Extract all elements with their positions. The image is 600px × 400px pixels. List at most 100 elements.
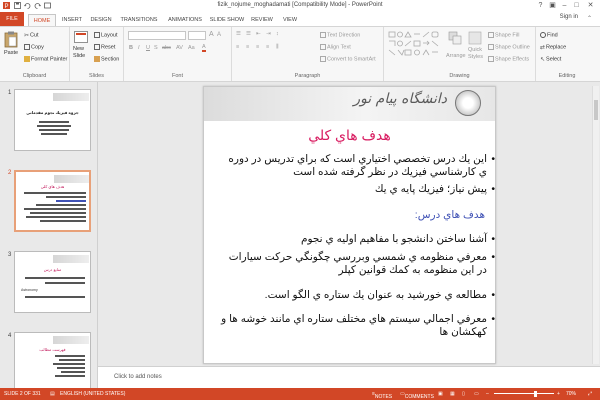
replace-button[interactable]: ⇄Replace: [540, 44, 566, 51]
reset-button[interactable]: Reset: [94, 44, 115, 50]
tab-slide-show[interactable]: SLIDE SHOW: [208, 14, 246, 26]
thumbnail-title: فهرست مطالب: [39, 347, 66, 352]
shape-fill-button[interactable]: Shape Fill: [488, 32, 519, 38]
slide-bullet[interactable]: اين يك درس تخصصي اختياري است كه براي تدر…: [219, 153, 495, 179]
language-status[interactable]: ENGLISH (UNITED STATES): [60, 391, 125, 397]
paste-icon[interactable]: [4, 31, 18, 48]
tab-home[interactable]: HOME: [28, 14, 56, 26]
tab-design[interactable]: DESIGN: [87, 14, 115, 26]
tab-animations[interactable]: ANIMATIONS: [163, 14, 207, 26]
font-name-dropdown[interactable]: [128, 31, 186, 40]
cut-button[interactable]: ✂Cut: [24, 32, 39, 39]
fit-to-window-icon[interactable]: ⤢: [588, 391, 592, 397]
zoom-slider[interactable]: [494, 393, 554, 394]
notes-pane[interactable]: Click to add notes: [98, 366, 600, 388]
change-case-icon[interactable]: Aa: [188, 45, 195, 51]
sign-in-link[interactable]: Sign in: [560, 14, 578, 20]
convert-smartart-button[interactable]: Convert to SmartArt: [320, 56, 376, 62]
section-label: Section: [101, 56, 120, 63]
align-right-icon[interactable]: ≡: [256, 44, 259, 50]
align-left-icon[interactable]: ≡: [236, 44, 239, 50]
slide-thumbnail-2[interactable]: هدف هاي كلي: [14, 170, 91, 232]
slide-show-icon[interactable]: ▭: [474, 391, 479, 397]
increase-indent-icon[interactable]: ⇥: [266, 31, 271, 37]
zoom-level[interactable]: 70%: [566, 391, 576, 397]
arrange-button[interactable]: Arrange: [446, 53, 466, 59]
notes-placeholder[interactable]: Click to add notes: [114, 374, 162, 380]
align-text-button[interactable]: Align Text: [320, 44, 351, 50]
tab-transitions[interactable]: TRANSITIONS: [117, 14, 161, 26]
italic-icon[interactable]: I: [138, 45, 140, 51]
slide-subheading[interactable]: هدف هاي درس:: [415, 209, 485, 221]
shape-effects-button[interactable]: Shape Effects: [488, 56, 529, 62]
slide-bullet[interactable]: مطالعه ي خورشيد به عنوان يك ستاره ي الگو…: [219, 289, 495, 302]
reading-view-icon[interactable]: ▯: [462, 391, 465, 397]
minimize-icon[interactable]: –: [560, 1, 569, 10]
shadow-icon[interactable]: S: [154, 45, 158, 51]
justify-icon[interactable]: ≡: [266, 44, 269, 50]
text-direction-button[interactable]: Text Direction: [320, 32, 360, 38]
zoom-in-icon[interactable]: +: [557, 391, 560, 397]
line-spacing-icon[interactable]: ↕: [276, 31, 279, 37]
slide-canvas[interactable]: دانشگاه پيام نور هدف هاي كلي اين يك درس …: [203, 86, 496, 364]
tab-view[interactable]: VIEW: [278, 14, 302, 26]
copy-button[interactable]: Copy: [24, 44, 44, 50]
tab-file[interactable]: FILE: [0, 12, 24, 26]
select-button[interactable]: ↖Select: [540, 56, 561, 63]
zoom-out-icon[interactable]: –: [486, 391, 489, 397]
slide-thumbnail-3[interactable]: منابع درس Astronomy: [14, 251, 91, 313]
ribbon-display-options-icon[interactable]: ▣: [548, 1, 557, 10]
slide-bullet[interactable]: معرفي اجمالي سيستم هاي مختلف ستاره اي ما…: [219, 313, 495, 339]
tab-insert[interactable]: INSERT: [58, 14, 86, 26]
slide-thumbnail-1[interactable]: جزوه فيزيك نجوم مقدماتي: [14, 89, 91, 151]
quick-styles-button[interactable]: Quick Styles: [468, 47, 486, 61]
bullets-icon[interactable]: ☰: [236, 31, 241, 37]
underline-icon[interactable]: U: [146, 45, 150, 51]
grow-font-icon[interactable]: A: [209, 31, 214, 38]
font-color-icon[interactable]: A: [202, 44, 206, 52]
paste-button[interactable]: Paste: [4, 50, 18, 56]
slide-bullet[interactable]: پيش نياز؛ فيزيك پايه ي يك: [219, 183, 495, 196]
slide-heading[interactable]: هدف هاي كلي: [204, 127, 495, 144]
proofing-icon[interactable]: ▤: [50, 391, 55, 397]
slide-thumbnail-4[interactable]: فهرست مطالب: [14, 332, 91, 394]
new-slide-button[interactable]: New Slide: [73, 46, 93, 60]
collapse-ribbon-icon[interactable]: ⌃: [587, 15, 592, 22]
numbering-icon[interactable]: ☰: [246, 31, 251, 37]
help-button[interactable]: ?: [536, 1, 545, 10]
slide-scrollbar[interactable]: [592, 86, 599, 364]
new-slide-icon[interactable]: [74, 31, 88, 44]
tab-review[interactable]: REVIEW: [248, 14, 276, 26]
shape-outline-button[interactable]: Shape Outline: [488, 44, 530, 50]
font-size-dropdown[interactable]: [188, 31, 206, 40]
paragraph-group: ☰ ☰ ⇤ ⇥ ↕ ≡ ≡ ≡ ≡ ⫼ Text Direction Align…: [232, 27, 384, 81]
zoom-slider-thumb[interactable]: [534, 391, 537, 397]
find-button[interactable]: Find: [540, 32, 558, 38]
decrease-indent-icon[interactable]: ⇤: [256, 31, 261, 37]
maximize-icon[interactable]: □: [572, 1, 581, 10]
comments-toggle-button[interactable]: ▭ COMMENTS: [400, 391, 434, 400]
thumbnail-number: 2: [8, 170, 12, 176]
layout-button[interactable]: Layout: [94, 32, 118, 38]
shrink-font-icon[interactable]: A: [217, 32, 221, 38]
shapes-gallery[interactable]: [388, 31, 440, 59]
bold-icon[interactable]: B: [129, 45, 133, 51]
university-logo-text: دانشگاه پيام نور: [353, 91, 447, 107]
notes-toggle-label: NOTES: [374, 394, 393, 400]
scrollbar-thumb[interactable]: [594, 100, 598, 120]
align-center-icon[interactable]: ≡: [246, 44, 249, 50]
character-spacing-icon[interactable]: AV: [176, 45, 183, 51]
strikethrough-icon[interactable]: abc: [162, 45, 171, 51]
slide-sorter-icon[interactable]: ▦: [450, 391, 455, 397]
section-button[interactable]: Section: [94, 56, 119, 62]
columns-icon[interactable]: ⫼: [276, 44, 279, 51]
quick-styles-icon[interactable]: [468, 31, 482, 45]
drawing-group-label: Drawing: [449, 73, 470, 79]
normal-view-icon[interactable]: ▣: [438, 391, 443, 397]
close-icon[interactable]: ✕: [586, 1, 595, 10]
slide-bullet[interactable]: آشنا ساختن دانشجو با مفاهيم اوليه ي نجوم: [219, 233, 495, 246]
notes-toggle-button[interactable]: ≡ NOTES: [372, 391, 392, 400]
slide-bullet[interactable]: معرفي منظومه ي شمسي وبررسي چگونگي حركت س…: [219, 251, 495, 277]
format-painter-button[interactable]: Format Painter: [24, 56, 67, 62]
arrange-icon[interactable]: [448, 31, 462, 45]
